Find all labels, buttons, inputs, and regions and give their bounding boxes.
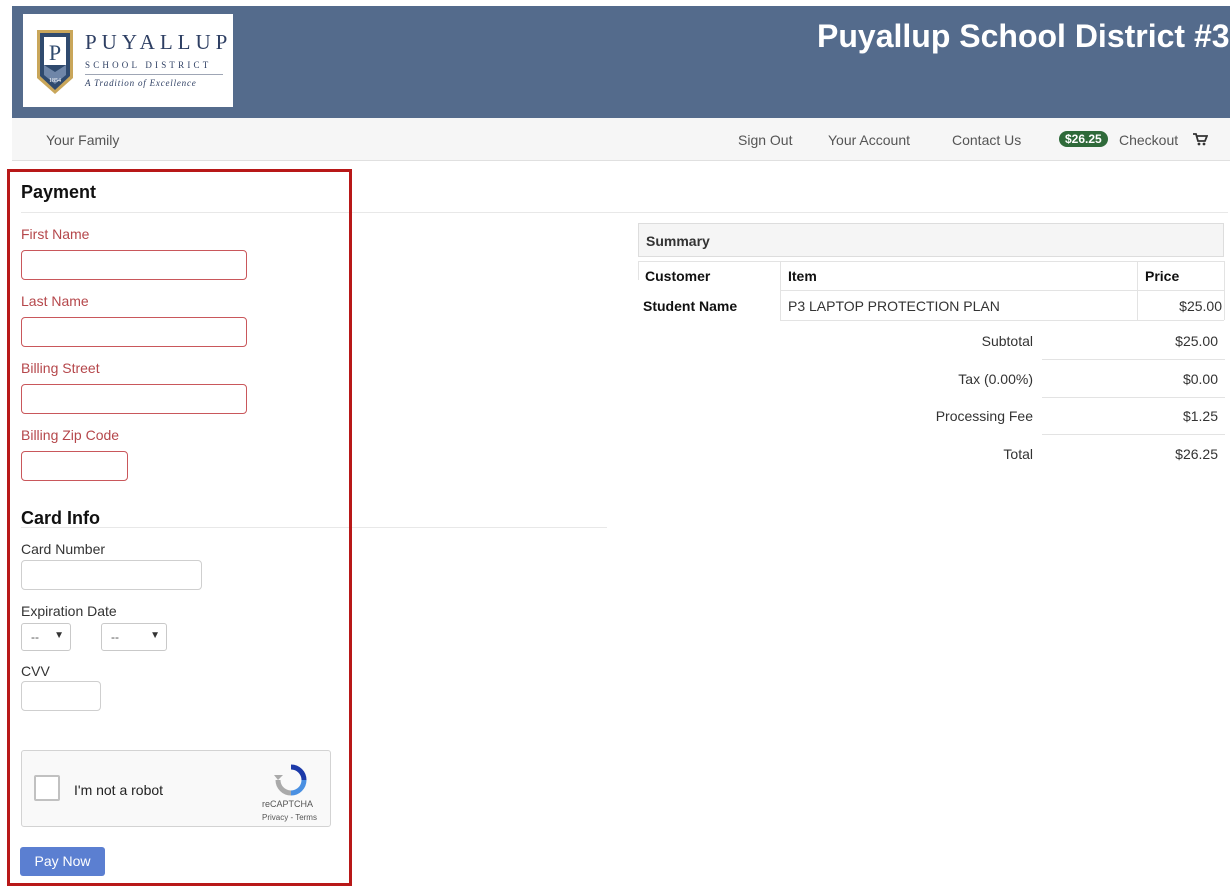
total-label: Total [1003,446,1033,462]
subtotal-label: Subtotal [981,333,1033,349]
crest-letter: P [49,40,61,65]
logo-tagline: A Tradition of Excellence [85,78,197,88]
district-logo[interactable]: P 1854 PUYALLUP SCHOOL DISTRICT A Tradit… [23,14,233,107]
subtotal-value: $25.00 [1175,333,1218,349]
top-navbar: Your Family Sign Out Your Account Contac… [12,118,1230,161]
site-title: Puyallup School District #3 [817,18,1230,54]
logo-subtitle: SCHOOL DISTRICT [85,60,212,70]
row-price: $25.00 [1179,298,1222,314]
summary-title: Summary [646,233,710,249]
table-divider [780,320,1224,321]
table-divider [1137,261,1138,320]
table-divider [638,261,639,280]
column-header-price: Price [1145,268,1180,284]
nav-your-account[interactable]: Your Account [828,132,910,148]
nav-sign-out[interactable]: Sign Out [738,132,792,148]
cart-total-badge[interactable]: $26.25 [1059,131,1108,147]
row-item: P3 LAPTOP PROTECTION PLAN [788,298,1000,314]
tax-value: $0.00 [1182,371,1218,387]
nav-contact-us[interactable]: Contact Us [952,132,1021,148]
table-divider [780,261,781,320]
column-header-customer: Customer [645,268,711,284]
table-divider [1224,261,1225,320]
logo-divider [85,74,223,75]
totals-divider [1042,434,1225,435]
totals-divider [1042,397,1225,398]
tax-label: Tax (0.00%) [958,371,1033,387]
crest-year: 1854 [49,78,61,84]
totals-divider [1042,359,1225,360]
processing-fee-value: $1.25 [1182,408,1218,424]
column-header-item: Item [788,268,817,284]
nav-your-family[interactable]: Your Family [46,132,119,148]
cart-icon[interactable] [1192,132,1208,146]
row-customer: Student Name [643,298,738,314]
site-header: P 1854 PUYALLUP SCHOOL DISTRICT A Tradit… [12,6,1230,118]
crest-icon: P 1854 [37,30,73,94]
processing-fee-label: Processing Fee [935,408,1033,424]
summary-panel-header: Summary [638,223,1224,257]
highlight-frame [7,169,352,886]
logo-name: PUYALLUP [85,30,233,54]
nav-checkout[interactable]: Checkout [1119,132,1178,148]
total-value: $26.25 [1175,446,1218,462]
table-divider [780,290,1224,291]
